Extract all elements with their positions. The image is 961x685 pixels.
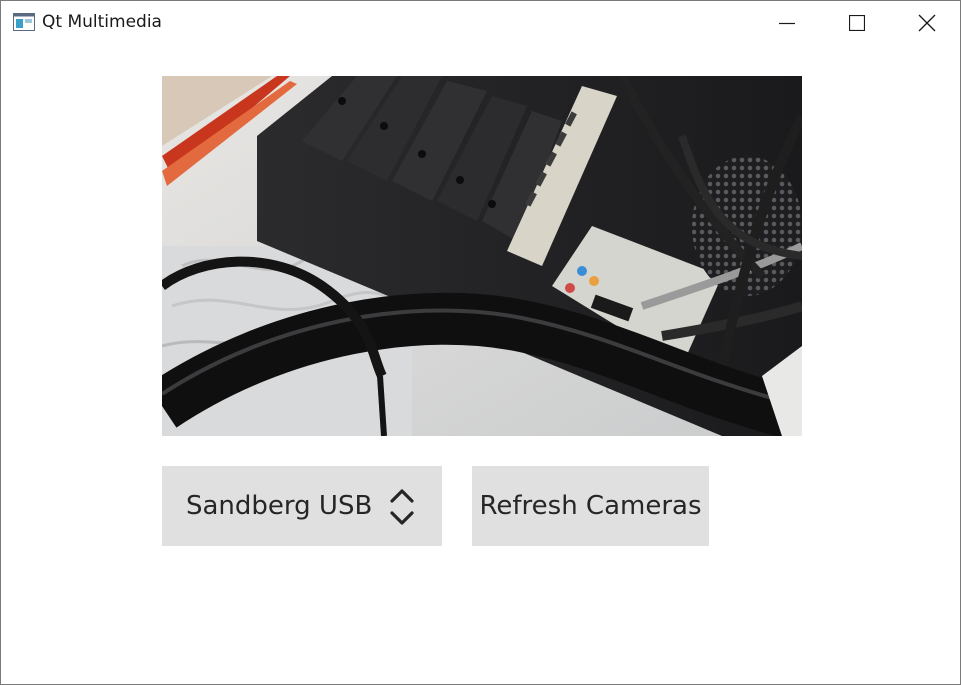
title-bar[interactable]: Qt Multimedia [1, 1, 960, 45]
camera-select[interactable]: Sandberg USB [162, 466, 442, 546]
app-icon [13, 13, 35, 31]
maximize-icon [849, 15, 865, 31]
camera-viewfinder [162, 76, 802, 436]
close-icon [918, 14, 936, 32]
minimize-icon [779, 22, 795, 25]
camera-feed-image [162, 76, 802, 436]
window-title: Qt Multimedia [42, 12, 162, 32]
refresh-cameras-button[interactable]: Refresh Cameras [472, 466, 709, 546]
up-down-chevron-icon [390, 489, 414, 525]
maximize-button[interactable] [822, 1, 892, 45]
app-window: Qt Multimedia Sandberg USB Refresh Camer… [0, 0, 961, 685]
camera-select-value: Sandberg USB [186, 491, 373, 521]
close-button[interactable] [892, 1, 960, 45]
minimize-button[interactable] [752, 1, 822, 45]
